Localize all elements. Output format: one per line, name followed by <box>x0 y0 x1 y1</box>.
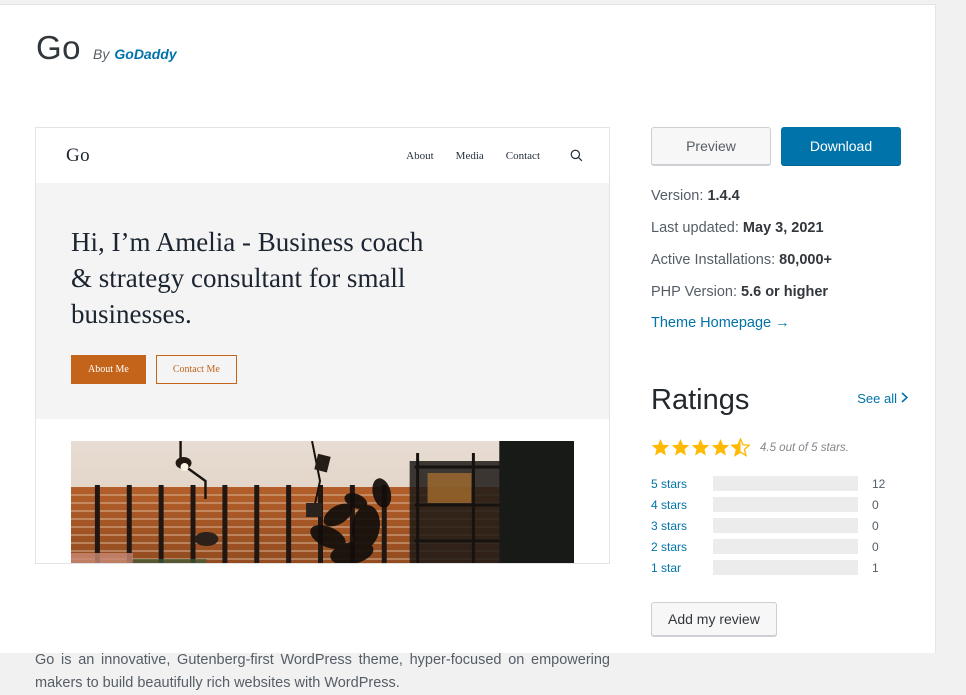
rating-bar-count-5: 12 <box>858 477 888 491</box>
see-all-ratings-link[interactable]: See all <box>857 391 908 406</box>
preview-about-me-button[interactable]: About Me <box>71 355 146 384</box>
preview-hero-buttons: About Me Contact Me <box>71 355 579 384</box>
rating-bar-count-3: 0 <box>858 519 888 533</box>
rating-bar-row-4: 4 stars 0 <box>651 494 913 515</box>
preview-headline: Hi, I’m Amelia - Business coach & strate… <box>71 225 451 333</box>
rating-bar-label-2[interactable]: 2 stars <box>651 540 713 554</box>
rating-bar-row-5: 5 stars 12 <box>651 473 913 494</box>
theme-metadata: Version: 1.4.4 Last updated: May 3, 2021… <box>651 187 913 331</box>
theme-details-card: Go By GoDaddy Go About Media Contact <box>0 4 936 653</box>
meta-label-active-installations: Active Installations: <box>651 252 775 268</box>
rating-bar-count-4: 0 <box>858 498 888 512</box>
preview-photo-area <box>36 419 609 564</box>
preview-contact-me-button[interactable]: Contact Me <box>156 355 237 384</box>
star-full-icon-3 <box>691 438 710 457</box>
preview-nav-links: About Media Contact <box>406 149 583 162</box>
download-button[interactable]: Download <box>781 127 901 165</box>
rating-bar-label-5[interactable]: 5 stars <box>651 477 713 491</box>
rating-bar-track-2 <box>713 539 858 554</box>
rating-bar-row-1: 1 star 1 <box>651 557 913 578</box>
rating-bar-row-2: 2 stars 0 <box>651 536 913 557</box>
theme-homepage-link[interactable]: Theme Homepage → <box>651 315 790 331</box>
theme-description: Go is an innovative, Gutenberg-first Wor… <box>35 649 610 695</box>
meta-value-version: 1.4.4 <box>707 188 739 204</box>
add-review-wrap: Add my review <box>651 602 777 636</box>
meta-row-version: Version: 1.4.4 <box>651 187 913 206</box>
preview-nav-about[interactable]: About <box>406 150 434 162</box>
ratings-section: Ratings See all <box>651 383 913 636</box>
meta-value-last-updated: May 3, 2021 <box>743 220 824 236</box>
rating-bar-label-1[interactable]: 1 star <box>651 561 713 575</box>
preview-interior-photo <box>71 441 574 564</box>
rating-caption: 4.5 out of 5 stars. <box>760 442 849 454</box>
preview-nav-contact[interactable]: Contact <box>506 150 540 162</box>
star-rating-display <box>651 438 750 457</box>
add-my-review-button[interactable]: Add my review <box>651 602 777 636</box>
author-by-label: By <box>93 46 109 62</box>
rating-bar-track-4 <box>713 497 858 512</box>
meta-row-php-version: PHP Version: 5.6 or higher <box>651 283 913 302</box>
rating-bar-row-3: 3 stars 0 <box>651 515 913 536</box>
see-all-label: See all <box>857 391 897 406</box>
meta-value-php-version: 5.6 or higher <box>741 284 828 300</box>
meta-label-php-version: PHP Version: <box>651 284 737 300</box>
search-icon[interactable] <box>570 149 583 162</box>
theme-sidebar: Preview Download Version: 1.4.4 Last upd… <box>651 127 913 636</box>
star-full-icon-4 <box>711 438 730 457</box>
rating-bar-track-1 <box>713 560 858 575</box>
theme-action-buttons: Preview Download <box>651 127 913 165</box>
rating-bar-label-4[interactable]: 4 stars <box>651 498 713 512</box>
chevron-right-icon <box>901 391 908 406</box>
meta-row-active-installations: Active Installations: 80,000+ <box>651 251 913 270</box>
star-full-icon-2 <box>671 438 690 457</box>
meta-label-last-updated: Last updated: <box>651 220 739 236</box>
preview-site-nav: Go About Media Contact <box>36 128 609 183</box>
preview-hero: Hi, I’m Amelia - Business coach & strate… <box>36 183 609 419</box>
theme-header: Go By GoDaddy <box>0 5 935 64</box>
preview-button[interactable]: Preview <box>651 127 771 165</box>
star-half-icon-5 <box>731 438 750 457</box>
preview-nav-media[interactable]: Media <box>456 150 484 162</box>
rating-bar-count-2: 0 <box>858 540 888 554</box>
meta-row-last-updated: Last updated: May 3, 2021 <box>651 219 913 238</box>
average-rating: 4.5 out of 5 stars. <box>651 438 913 457</box>
theme-author-link[interactable]: GoDaddy <box>114 46 176 62</box>
page-title: Go <box>36 31 81 64</box>
rating-bar-track-3 <box>713 518 858 533</box>
rating-bar-track-5 <box>713 476 858 491</box>
rating-bar-label-3[interactable]: 3 stars <box>651 519 713 533</box>
meta-value-active-installations: 80,000+ <box>779 252 832 268</box>
ratings-breakdown: 5 stars 12 4 stars 0 3 stars 0 <box>651 473 913 578</box>
theme-screenshot[interactable]: Go About Media Contact Hi, I’m Amelia - … <box>35 127 610 564</box>
preview-site-logo: Go <box>66 145 90 167</box>
star-full-icon-1 <box>651 438 670 457</box>
meta-label-version: Version: <box>651 188 703 204</box>
rating-bar-count-1: 1 <box>858 561 888 575</box>
